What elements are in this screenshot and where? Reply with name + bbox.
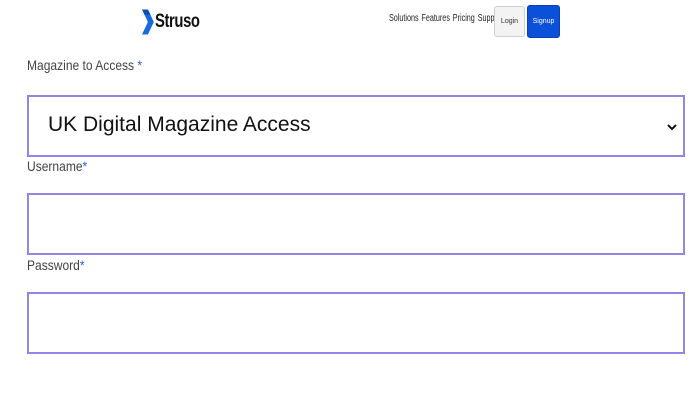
nav-pricing[interactable]: Pricing (453, 13, 475, 24)
required-marker: * (82, 158, 88, 174)
login-button[interactable]: Login (494, 6, 525, 37)
username-field-wrapper (27, 193, 685, 255)
magazine-label-text: Magazine to Access (27, 57, 135, 73)
page: Struso Solutions Features Pricing Suppor… (0, 0, 700, 400)
username-label-text: Username (27, 158, 83, 174)
brand-name: Struso (154, 11, 200, 32)
username-field[interactable] (29, 195, 683, 253)
password-field[interactable] (29, 294, 683, 352)
magazine-label: Magazine to Access * (27, 57, 142, 73)
password-field-wrapper (27, 292, 685, 354)
main-nav: Solutions Features Pricing Support (389, 13, 503, 24)
magazine-select[interactable]: UK Digital Magazine Access (27, 95, 685, 157)
header: Struso Solutions Features Pricing Suppor… (0, 0, 700, 44)
signup-button[interactable]: Signup (527, 5, 560, 38)
required-marker: * (137, 57, 143, 73)
struso-logo-icon (142, 9, 154, 35)
password-label: Password* (27, 257, 85, 273)
password-label-text: Password (27, 257, 80, 273)
required-marker: * (79, 257, 85, 273)
nav-features[interactable]: Features (422, 13, 450, 24)
username-label: Username* (27, 158, 87, 174)
magazine-selected-value: UK Digital Magazine Access (48, 113, 311, 136)
brand-logo[interactable]: Struso (142, 2, 212, 42)
nav-solutions[interactable]: Solutions (389, 13, 419, 24)
chevron-down-icon (667, 124, 677, 131)
